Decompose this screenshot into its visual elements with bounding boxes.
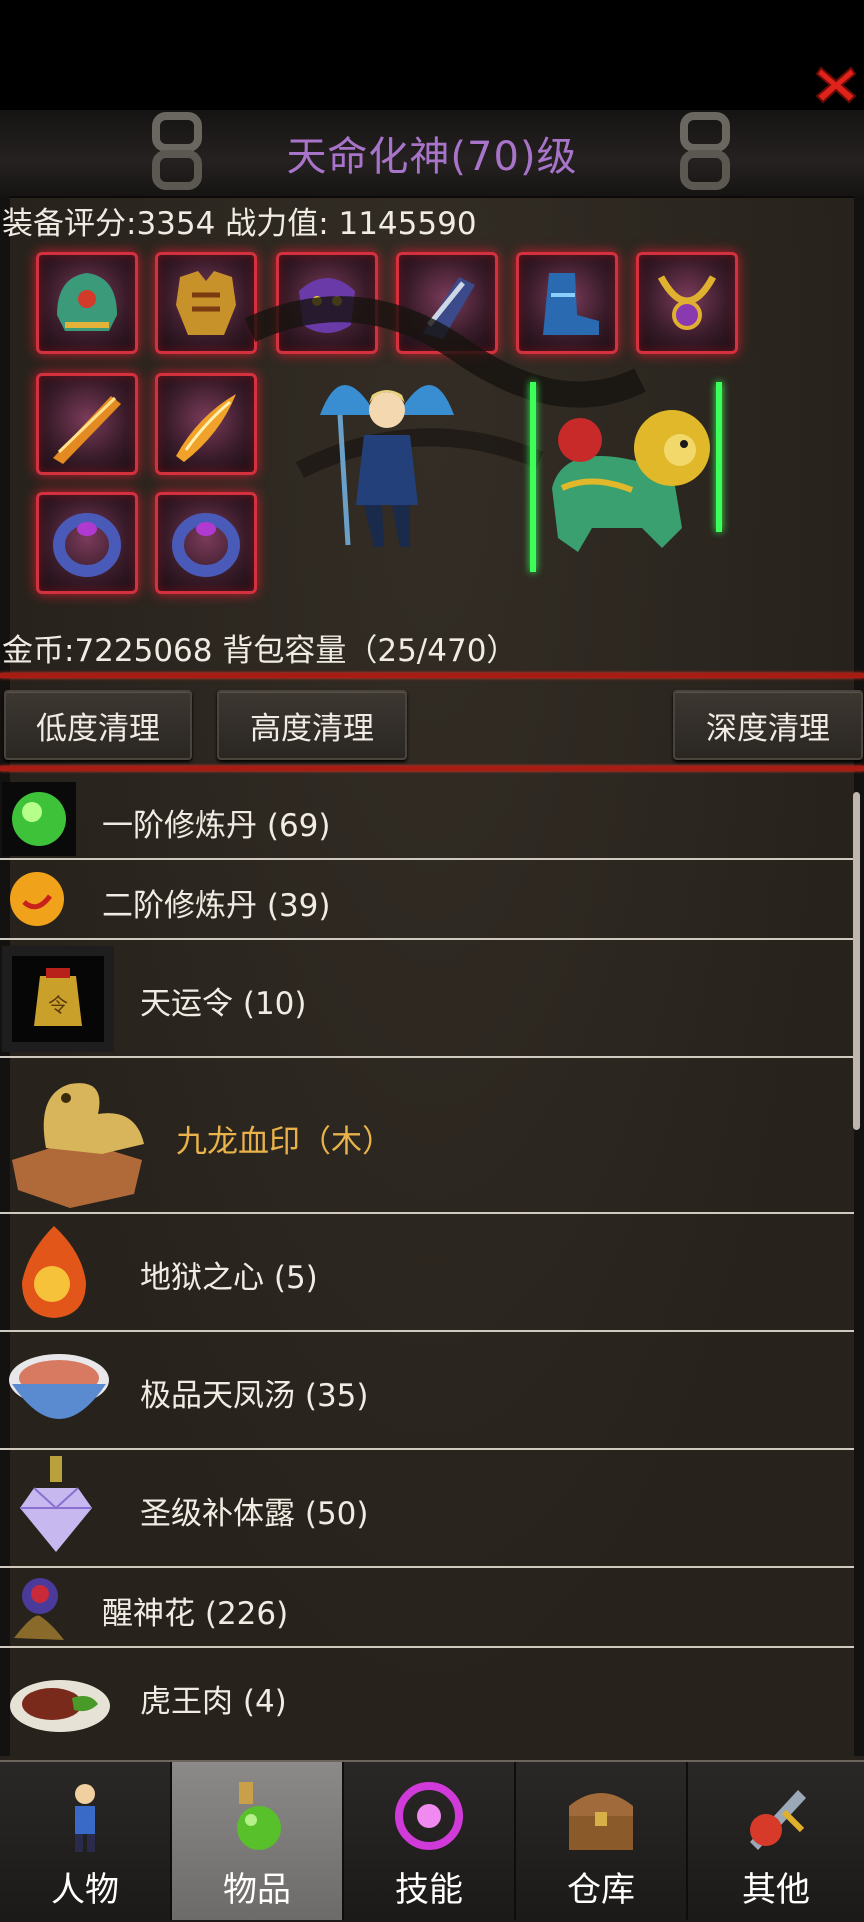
- equip-slot-ring-1[interactable]: [36, 492, 138, 594]
- tab-label: 物品: [223, 1870, 291, 1910]
- tab-warehouse[interactable]: 仓库: [516, 1762, 688, 1920]
- tab-other[interactable]: 其他: [688, 1762, 864, 1920]
- list-scrollbar[interactable]: [853, 792, 860, 1130]
- flower-icon: [14, 1578, 64, 1640]
- item-label: 地狱之心 (5): [140, 1260, 318, 1296]
- list-item[interactable]: 虎王肉 (4): [0, 1648, 854, 1758]
- gold-capacity-line: 金币:7225068 背包容量（25/470）: [2, 633, 518, 669]
- list-item[interactable]: 地狱之心 (5): [0, 1214, 854, 1332]
- list-item[interactable]: 一阶修炼丹 (69): [0, 776, 854, 860]
- low-clean-button[interactable]: 低度清理: [4, 690, 192, 760]
- divider-top: [0, 673, 864, 678]
- orange-pill-icon: [10, 872, 64, 926]
- dragon-seal-icon: [12, 1083, 144, 1208]
- character-icon: [75, 1784, 95, 1852]
- meat-icon: [10, 1680, 110, 1732]
- token-icon: 令: [2, 946, 114, 1052]
- hero-character: [320, 385, 454, 547]
- item-label: 醒神花 (226): [102, 1596, 289, 1632]
- fire-heart-icon: [22, 1226, 86, 1318]
- chest-icon: [569, 1793, 633, 1850]
- list-item[interactable]: 极品天凤汤 (35): [0, 1332, 854, 1450]
- divider-bottom: [0, 766, 864, 771]
- list-item[interactable]: 圣级补体露 (50): [0, 1450, 854, 1568]
- list-item[interactable]: 醒神花 (226): [0, 1568, 854, 1648]
- item-label: 虎王肉 (4): [140, 1684, 287, 1720]
- high-clean-button[interactable]: 高度清理: [217, 690, 407, 760]
- crystal-icon: [20, 1456, 92, 1552]
- ring-icon: [53, 513, 121, 577]
- tab-character[interactable]: 人物: [0, 1762, 172, 1920]
- stats-line: 装备评分:3354 战力值: 1145590: [2, 206, 477, 242]
- item-label: 圣级补体露 (50): [140, 1496, 369, 1532]
- skill-icon: [395, 1782, 463, 1850]
- green-pill-icon: [2, 782, 76, 856]
- item-label: 极品天凤汤 (35): [140, 1378, 369, 1414]
- item-label: 二阶修炼丹 (39): [102, 888, 331, 924]
- top-band: [0, 0, 864, 110]
- sword-icon: [53, 396, 121, 464]
- equip-slot-weapon[interactable]: [36, 373, 138, 475]
- tab-label: 技能: [395, 1870, 463, 1910]
- pet-lion: [552, 410, 710, 552]
- tab-skills[interactable]: 技能: [344, 1762, 516, 1920]
- item-label: 一阶修炼丹 (69): [102, 808, 331, 844]
- tab-label: 其他: [742, 1870, 810, 1910]
- close-button[interactable]: [813, 62, 859, 108]
- other-icon: [750, 1790, 806, 1850]
- item-list: 一阶修炼丹 (69) 二阶修炼丹 (39) 令 天运令 (10) 九龙血印（木）…: [0, 776, 854, 1760]
- list-item[interactable]: 令 天运令 (10): [0, 940, 854, 1058]
- helmet-icon: [57, 273, 117, 331]
- soup-bowl-icon: [9, 1354, 109, 1419]
- potion-icon: [237, 1782, 281, 1850]
- equip-slot-helmet[interactable]: [36, 252, 138, 354]
- deep-clean-button[interactable]: 深度清理: [673, 690, 863, 760]
- item-label: 天运令 (10): [140, 986, 307, 1022]
- list-item[interactable]: 二阶修炼丹 (39): [0, 860, 854, 940]
- tab-label: 人物: [51, 1870, 119, 1910]
- tab-items[interactable]: 物品: [172, 1762, 344, 1920]
- list-item[interactable]: 九龙血印（木）: [0, 1058, 854, 1214]
- svg-text:令: 令: [48, 993, 68, 1017]
- item-label: 九龙血印（木）: [176, 1124, 393, 1160]
- close-icon: [815, 66, 857, 104]
- tab-label: 仓库: [567, 1870, 635, 1910]
- page-title: 天命化神(70)级: [286, 134, 578, 180]
